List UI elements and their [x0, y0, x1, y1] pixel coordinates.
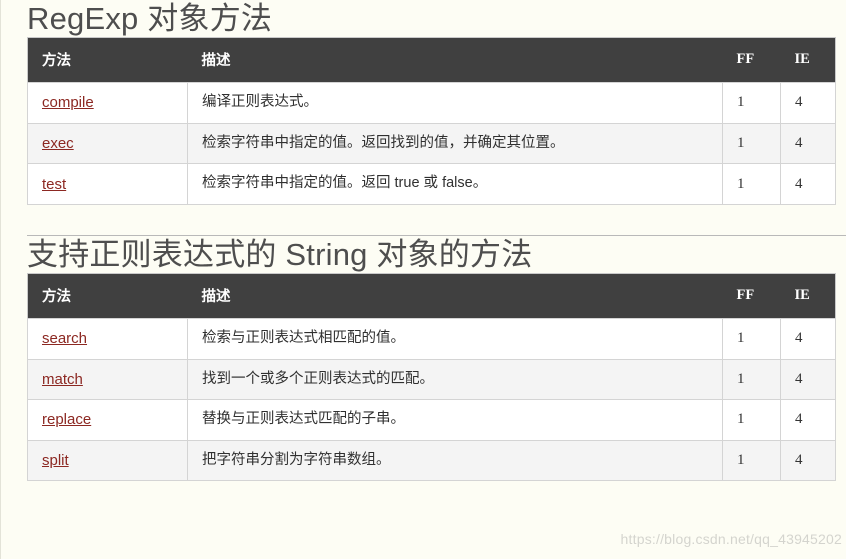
- table-row: replace 替换与正则表达式匹配的子串。 1 4: [27, 399, 836, 441]
- method-cell: compile: [27, 82, 188, 124]
- column-header-ie: IE: [780, 37, 836, 83]
- column-header-description: 描述: [187, 37, 723, 83]
- column-header-ff: FF: [722, 273, 781, 319]
- method-link-match[interactable]: match: [42, 371, 83, 388]
- ie-version-cell: 4: [780, 163, 836, 205]
- method-link-replace[interactable]: replace: [42, 411, 91, 428]
- ie-version-cell: 4: [780, 82, 836, 124]
- description-cell: 把字符串分割为字符串数组。: [187, 439, 723, 482]
- table-row: split 把字符串分割为字符串数组。 1 4: [27, 439, 836, 482]
- method-link-compile[interactable]: compile: [42, 94, 94, 111]
- content-area: RegExp 对象方法 方法 描述 FF IE compile 编译正则表达式。…: [9, 0, 846, 482]
- method-link-search[interactable]: search: [42, 330, 87, 347]
- ff-version-cell: 1: [722, 163, 781, 205]
- table-header: 方法 描述 FF IE: [27, 273, 836, 319]
- string-methods-table: 方法 描述 FF IE search 检索与正则表达式相匹配的值。 1 4 ma…: [27, 273, 836, 482]
- description-text: 检索字符串中指定的值。返回找到的值，并确定其位置。: [202, 134, 565, 151]
- section-title-regexp: RegExp 对象方法: [27, 1, 273, 36]
- regexp-methods-table: 方法 描述 FF IE compile 编译正则表达式。 1 4 exec 检索…: [27, 37, 836, 205]
- ie-version-cell: 4: [780, 399, 836, 441]
- description-cell: 检索与正则表达式相匹配的值。: [187, 318, 723, 360]
- table-header-row: 方法 描述 FF IE: [27, 37, 836, 83]
- description-text: 找到一个或多个正则表达式的匹配。: [202, 370, 434, 387]
- csdn-watermark: https://blog.csdn.net/qq_43945202: [620, 531, 842, 547]
- table-row: match 找到一个或多个正则表达式的匹配。 1 4: [27, 358, 836, 401]
- table-body: search 检索与正则表达式相匹配的值。 1 4 match 找到一个或多个正…: [27, 318, 836, 482]
- table-header: 方法 描述 FF IE: [27, 37, 836, 83]
- ie-version-cell: 4: [780, 122, 836, 165]
- table-row: exec 检索字符串中指定的值。返回找到的值，并确定其位置。 1 4: [27, 122, 836, 165]
- table-body: compile 编译正则表达式。 1 4 exec 检索字符串中指定的值。返回找…: [27, 82, 836, 205]
- method-link-split[interactable]: split: [42, 452, 69, 469]
- table-row: search 检索与正则表达式相匹配的值。 1 4: [27, 318, 836, 360]
- ie-version-cell: 4: [780, 439, 836, 482]
- ff-version-cell: 1: [722, 318, 781, 360]
- ff-version-cell: 1: [722, 399, 781, 441]
- ff-version-cell: 1: [722, 358, 781, 401]
- table-row: test 检索字符串中指定的值。返回 true 或 false。 1 4: [27, 163, 836, 205]
- description-cell: 编译正则表达式。: [187, 82, 723, 124]
- method-link-test[interactable]: test: [42, 176, 66, 193]
- column-header-method: 方法: [27, 273, 188, 319]
- description-cell: 检索字符串中指定的值。返回找到的值，并确定其位置。: [187, 122, 723, 165]
- column-header-description: 描述: [187, 273, 723, 319]
- method-cell: search: [27, 318, 188, 360]
- ie-version-cell: 4: [780, 318, 836, 360]
- description-text: 检索字符串中指定的值。返回 true 或 false。: [202, 175, 488, 192]
- description-text: 把字符串分割为字符串数组。: [202, 451, 391, 468]
- table-row: compile 编译正则表达式。 1 4: [27, 82, 836, 124]
- description-text: 检索与正则表达式相匹配的值。: [202, 330, 405, 347]
- description-cell: 替换与正则表达式匹配的子串。: [187, 399, 723, 441]
- section-title-string: 支持正则表达式的 String 对象的方法: [27, 236, 533, 272]
- method-cell: test: [27, 163, 188, 205]
- ie-version-cell: 4: [780, 358, 836, 401]
- ff-version-cell: 1: [722, 439, 781, 482]
- description-cell: 找到一个或多个正则表达式的匹配。: [187, 358, 723, 401]
- column-header-ff: FF: [722, 37, 781, 83]
- ff-version-cell: 1: [722, 82, 781, 124]
- method-cell: replace: [27, 399, 188, 441]
- method-cell: split: [27, 439, 188, 482]
- ff-version-cell: 1: [722, 122, 781, 165]
- method-cell: match: [27, 358, 188, 401]
- page-root: RegExp 对象方法 方法 描述 FF IE compile 编译正则表达式。…: [0, 0, 846, 559]
- column-header-method: 方法: [27, 37, 188, 83]
- description-text: 编译正则表达式。: [202, 94, 318, 111]
- column-header-ie: IE: [780, 273, 836, 319]
- description-cell: 检索字符串中指定的值。返回 true 或 false。: [187, 163, 723, 205]
- table-header-row: 方法 描述 FF IE: [27, 273, 836, 319]
- method-link-exec[interactable]: exec: [42, 135, 74, 152]
- method-cell: exec: [27, 122, 188, 165]
- description-text: 替换与正则表达式匹配的子串。: [202, 411, 405, 428]
